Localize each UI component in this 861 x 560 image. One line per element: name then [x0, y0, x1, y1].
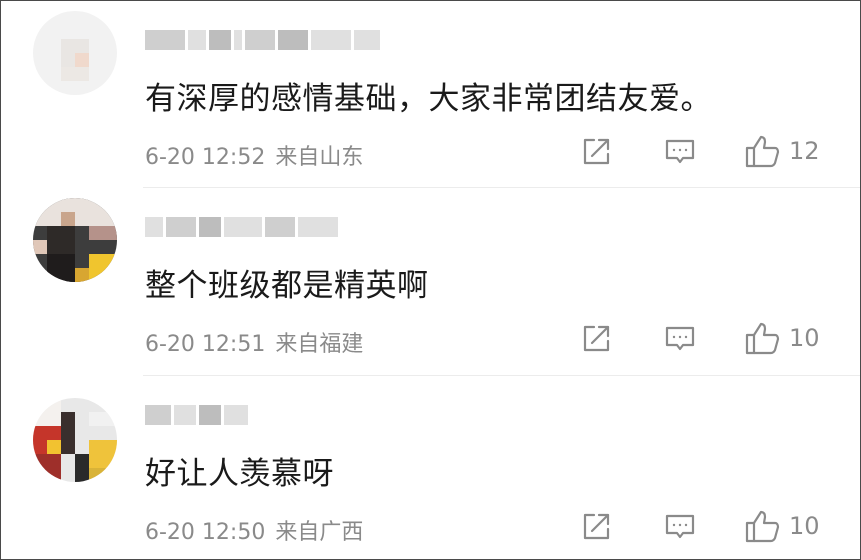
comment-location: 来自山东: [275, 145, 364, 170]
comment-text: 有深厚的感情基础，大家非常团结友爱。: [145, 81, 712, 117]
avatar[interactable]: [33, 398, 117, 482]
comment-time: 6-20 12:52: [145, 145, 266, 170]
comment-location: 来自广西: [275, 520, 364, 545]
thumbs-up-icon: [745, 510, 780, 543]
like-button[interactable]: 10: [745, 509, 820, 543]
comment-button[interactable]: [664, 511, 696, 543]
username-redacted[interactable]: [145, 214, 338, 240]
share-icon: [583, 138, 610, 165]
like-count: 12: [789, 137, 820, 165]
share-button[interactable]: [580, 323, 612, 355]
comment-icon: [665, 139, 695, 164]
comment-button[interactable]: [664, 136, 696, 168]
comment-list: 有深厚的感情基础，大家非常团结友爱。 6-20 12:52 来自山东 12 整个…: [0, 0, 861, 560]
comment-meta: 6-20 12:51 来自福建: [145, 326, 363, 358]
comment-time: 6-20 12:50: [145, 520, 266, 545]
comment-icon: [665, 514, 695, 539]
username-redacted[interactable]: [145, 27, 380, 53]
username-redacted[interactable]: [145, 402, 248, 428]
share-icon: [583, 325, 610, 352]
comment-location: 来自福建: [275, 332, 364, 357]
comment-icon: [665, 326, 695, 351]
avatar[interactable]: [33, 11, 117, 95]
like-count: 10: [789, 512, 820, 540]
like-count: 10: [789, 324, 820, 352]
thumbs-up-icon: [745, 135, 780, 168]
share-button[interactable]: [580, 511, 612, 543]
share-icon: [583, 513, 610, 540]
like-button[interactable]: 12: [745, 134, 820, 168]
share-button[interactable]: [580, 136, 612, 168]
comment-text: 好让人羡慕呀: [145, 456, 334, 492]
avatar[interactable]: [33, 198, 117, 282]
like-button[interactable]: 10: [745, 321, 820, 355]
comment-item: 整个班级都是精英啊 6-20 12:51 来自福建 10: [1, 188, 860, 374]
comment-meta: 6-20 12:50 来自广西: [145, 514, 363, 546]
thumbs-up-icon: [745, 322, 780, 355]
comment-item: 好让人羡慕呀 6-20 12:50 来自广西 10: [1, 376, 860, 559]
comment-meta: 6-20 12:52 来自山东: [145, 139, 363, 171]
comment-item: 有深厚的感情基础，大家非常团结友爱。 6-20 12:52 来自山东 12: [1, 1, 860, 187]
comment-time: 6-20 12:51: [145, 332, 266, 357]
comment-button[interactable]: [664, 323, 696, 355]
comment-text: 整个班级都是精英啊: [145, 268, 429, 304]
